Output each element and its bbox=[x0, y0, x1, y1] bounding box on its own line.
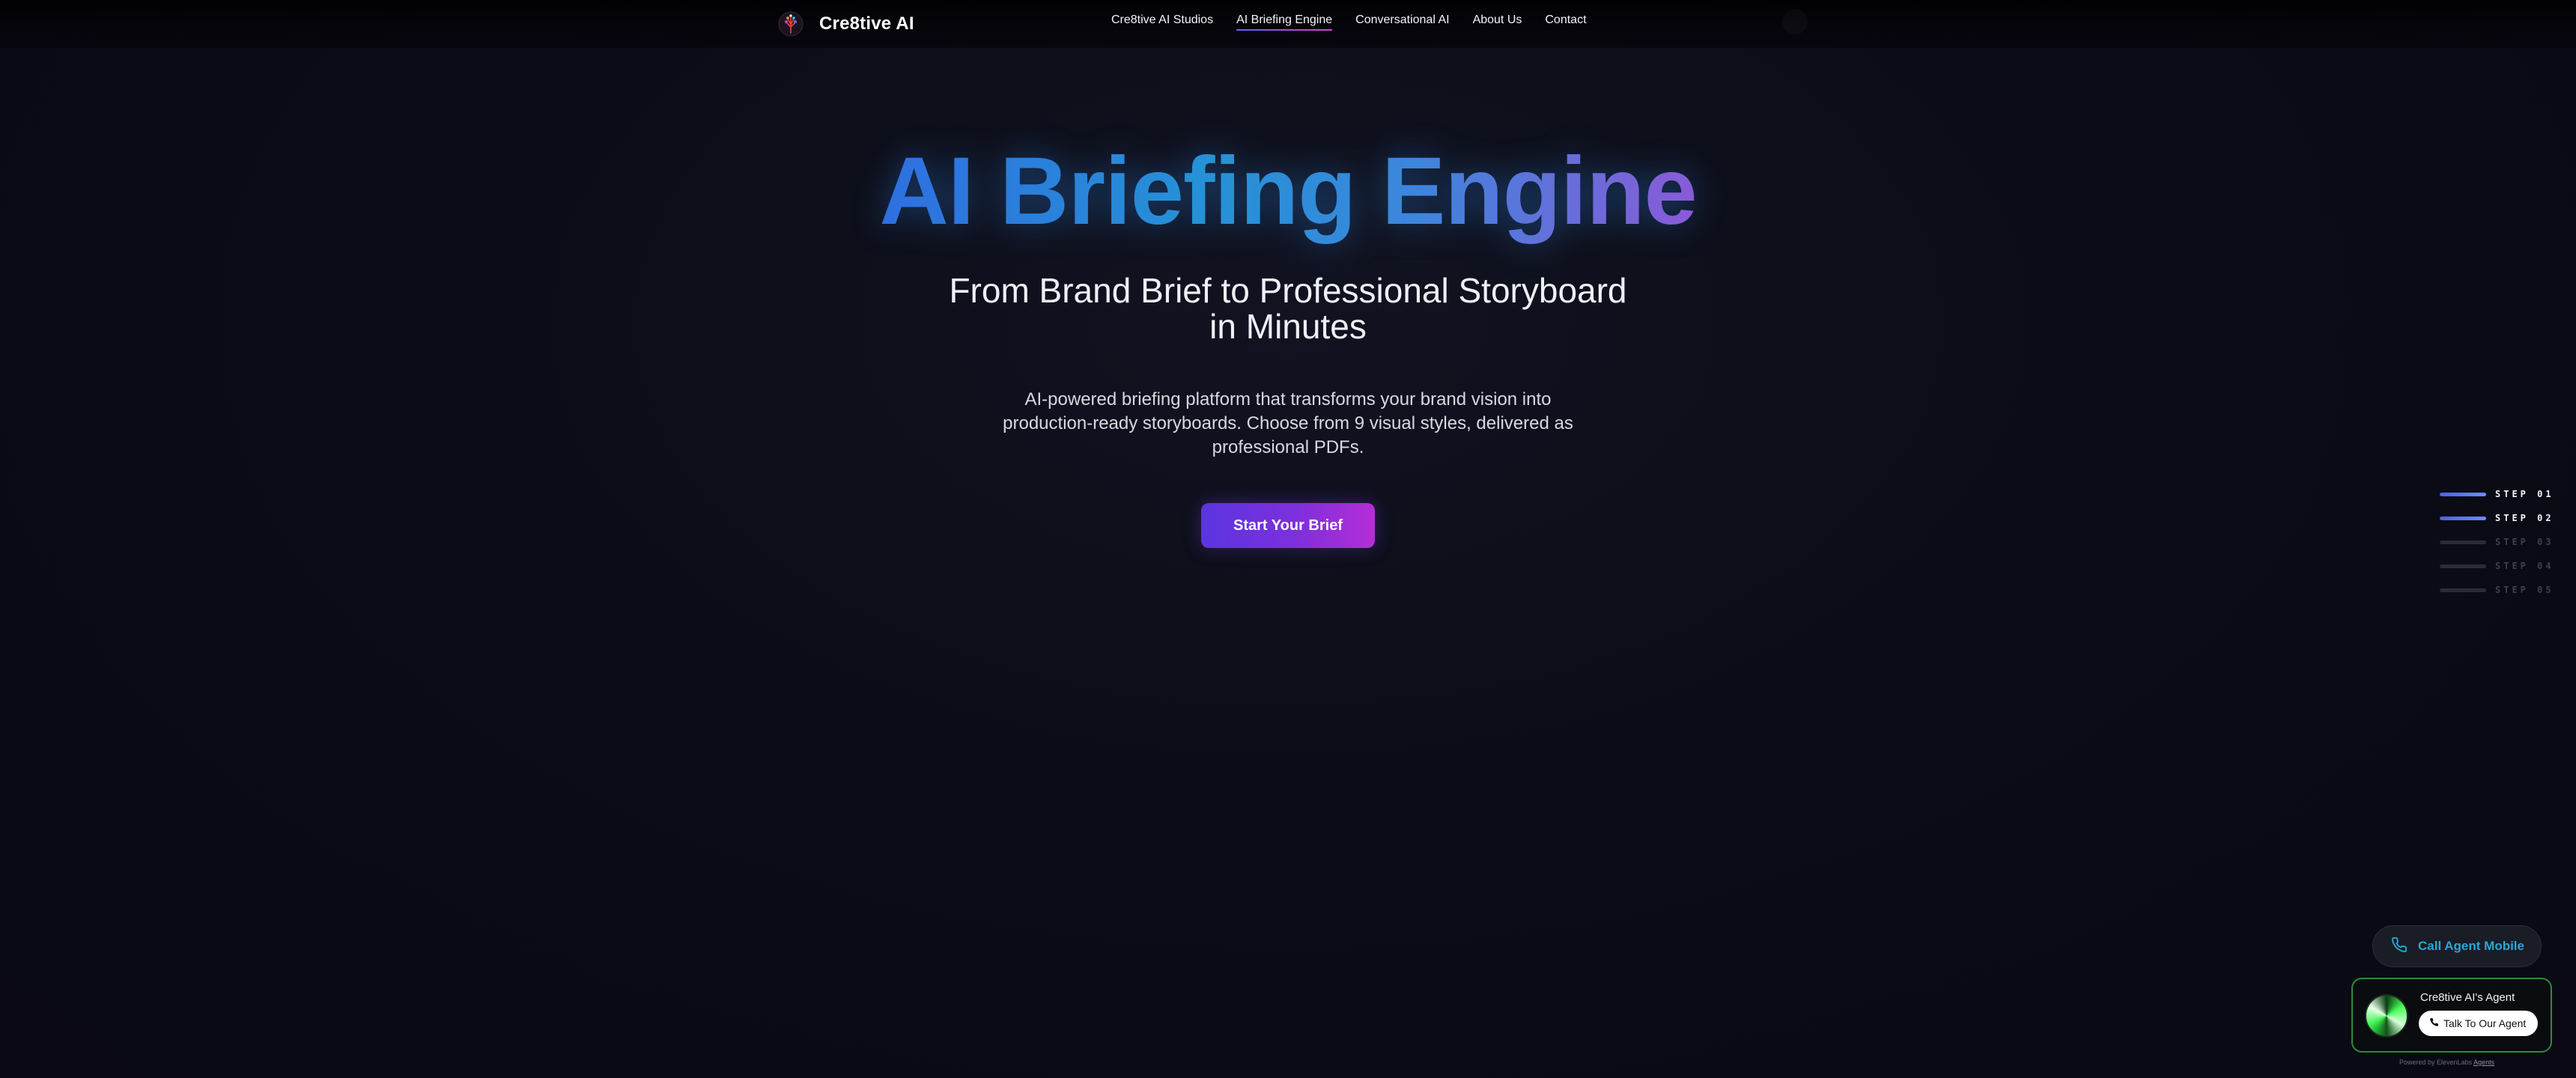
step-indicator-05[interactable]: STEP 05 bbox=[2440, 578, 2560, 602]
nav-link-conversational-ai[interactable]: Conversational AI bbox=[1355, 13, 1449, 30]
hero-subtitle-line2: in Minutes bbox=[1209, 307, 1367, 346]
powered-by-note: Powered by ElevenLabs Agents bbox=[2399, 1059, 2494, 1066]
nav-links: Cre8tive AI Studios AI Briefing Engine C… bbox=[1111, 13, 1587, 31]
step-label: STEP 01 bbox=[2495, 489, 2554, 499]
agent-name: Cre8tive AI's Agent bbox=[2420, 991, 2515, 1004]
hero-title: AI Briefing Engine bbox=[879, 138, 1697, 245]
nav-link-contact[interactable]: Contact bbox=[1545, 13, 1586, 30]
nav-faint-circle bbox=[1782, 9, 1808, 34]
start-brief-button[interactable]: Start Your Brief bbox=[1201, 503, 1375, 548]
nav-link-studios[interactable]: Cre8tive AI Studios bbox=[1111, 13, 1213, 30]
step-bar bbox=[2440, 540, 2486, 544]
hero-desc-line1: AI-powered briefing platform that transf… bbox=[1024, 389, 1552, 409]
nav-link-briefing-engine[interactable]: AI Briefing Engine bbox=[1236, 13, 1333, 31]
step-bar bbox=[2440, 516, 2486, 520]
step-bar bbox=[2440, 564, 2486, 568]
step-bar bbox=[2440, 588, 2486, 592]
talk-to-agent-label: Talk To Our Agent bbox=[2443, 1017, 2527, 1029]
step-label: STEP 04 bbox=[2495, 561, 2554, 571]
tree-logo-icon bbox=[776, 9, 806, 39]
phone-icon bbox=[2429, 1017, 2439, 1029]
powered-by-text: Powered by ElevenLabs bbox=[2399, 1059, 2473, 1066]
hero-desc-line3: professional PDFs. bbox=[1212, 437, 1364, 457]
brand-home-link[interactable]: Cre8tive AI bbox=[776, 9, 914, 39]
step-bar bbox=[2440, 492, 2486, 496]
talk-to-agent-button[interactable]: Talk To Our Agent bbox=[2419, 1011, 2539, 1036]
step-progress-nav: STEP 01 STEP 02 STEP 03 STEP 04 STEP 05 bbox=[2440, 482, 2560, 602]
hero-desc-line2: production-ready storyboards. Choose fro… bbox=[1003, 413, 1573, 433]
agent-avatar bbox=[2365, 994, 2408, 1038]
step-indicator-01[interactable]: STEP 01 bbox=[2440, 482, 2560, 506]
top-nav: Cre8tive AI Cre8tive AI Studios AI Brief… bbox=[0, 0, 2576, 48]
nav-link-about[interactable]: About Us bbox=[1473, 13, 1522, 30]
powered-by-agents-link[interactable]: Agents bbox=[2473, 1059, 2494, 1066]
phone-icon bbox=[2391, 937, 2408, 957]
hero-subtitle: From Brand Brief to Professional Storybo… bbox=[884, 272, 1692, 344]
step-label: STEP 05 bbox=[2495, 585, 2554, 595]
call-agent-mobile-button[interactable]: Call Agent Mobile bbox=[2372, 925, 2542, 967]
hero-description: AI-powered briefing platform that transf… bbox=[973, 388, 1603, 460]
hero-subtitle-line1: From Brand Brief to Professional Storybo… bbox=[949, 271, 1627, 310]
call-agent-mobile-label: Call Agent Mobile bbox=[2418, 939, 2524, 953]
step-label: STEP 03 bbox=[2495, 537, 2554, 547]
step-indicator-04[interactable]: STEP 04 bbox=[2440, 554, 2560, 578]
step-indicator-03[interactable]: STEP 03 bbox=[2440, 530, 2560, 554]
agent-widget: Cre8tive AI's Agent Talk To Our Agent bbox=[2351, 978, 2552, 1053]
brand-name: Cre8tive AI bbox=[819, 13, 914, 34]
step-indicator-02[interactable]: STEP 02 bbox=[2440, 506, 2560, 530]
step-label: STEP 02 bbox=[2495, 513, 2554, 523]
